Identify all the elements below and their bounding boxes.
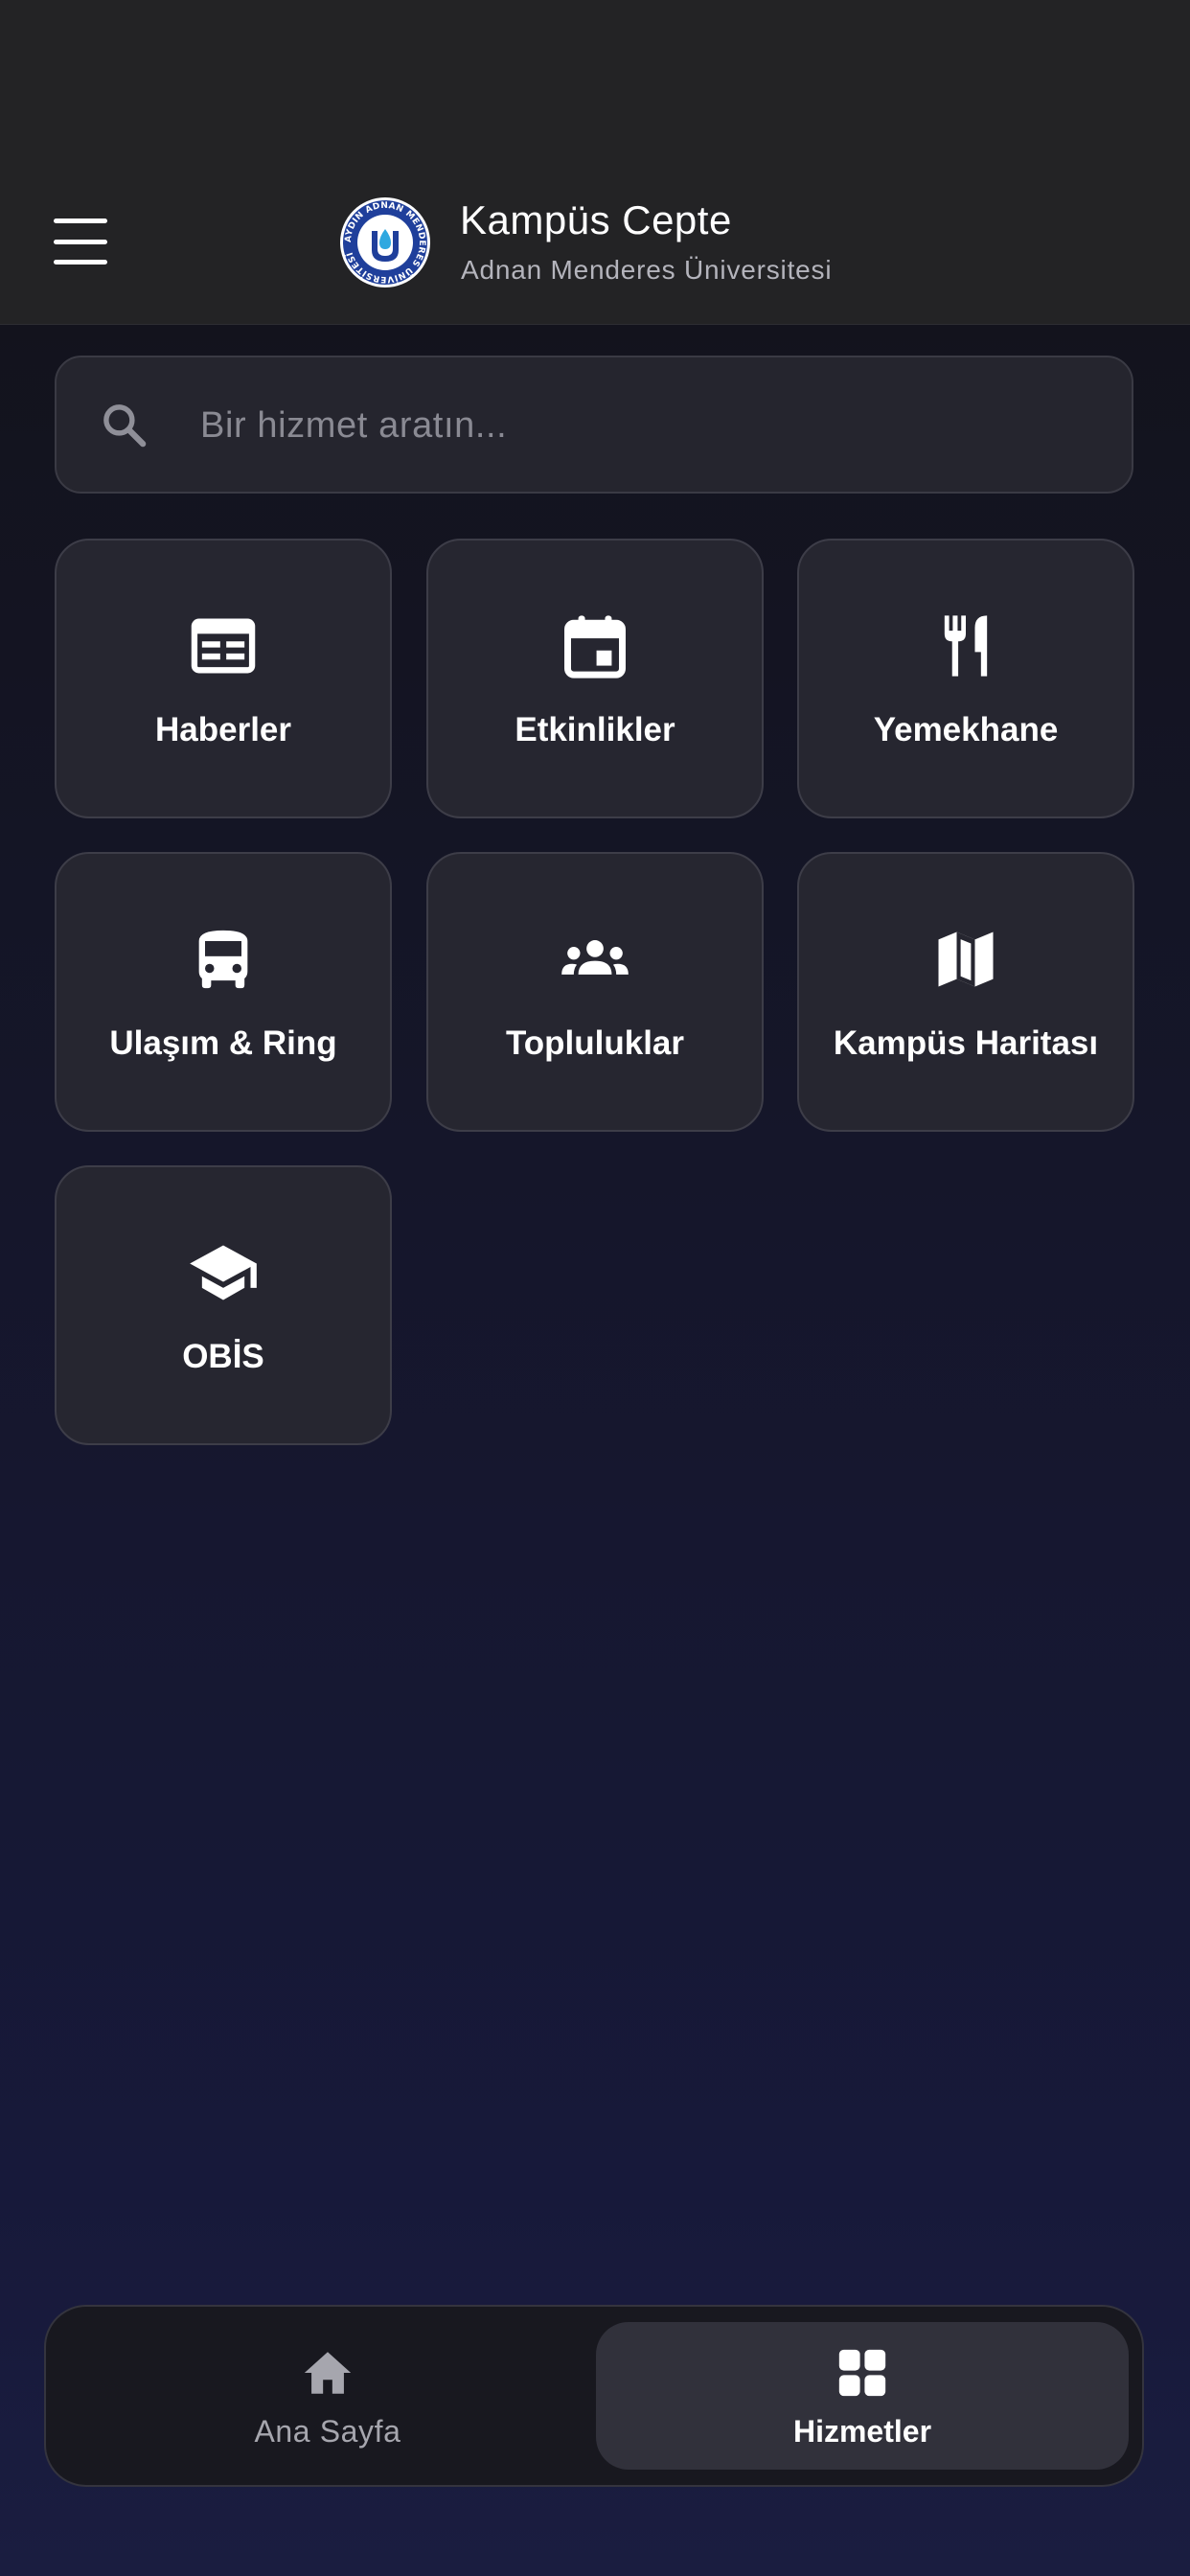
service-label: Yemekhane [873,711,1059,748]
service-label: Topluluklar [505,1024,685,1062]
search-input[interactable] [198,386,1103,465]
graduation-cap-icon [190,1245,257,1300]
home-icon [304,2352,352,2394]
nav-label: Ana Sayfa [254,2414,401,2449]
app-title: Kampüs Cepte [460,197,732,242]
hamburger-menu-icon[interactable] [54,218,115,264]
app-header: AYDIN ADNAN MENDERES ÜNİVERSİTESİ Kampüs… [0,0,1190,325]
search-bar[interactable] [55,356,1133,494]
service-tile-haberler[interactable]: Haberler [55,539,392,818]
nav-item-ana-sayfa[interactable]: Ana Sayfa [61,2322,594,2470]
service-tile-topluluklar[interactable]: Topluluklar [426,852,764,1132]
service-tile-ulasim[interactable]: Ulaşım & Ring [55,852,392,1132]
service-label: Ulaşım & Ring [109,1024,337,1062]
bus-icon [198,930,248,989]
restaurant-icon [944,615,988,677]
newspaper-icon [191,618,256,674]
bottom-navigation: Ana Sayfa Hizmetler [44,2305,1144,2487]
nav-item-hizmetler[interactable]: Hizmetler [596,2322,1129,2470]
nav-label: Hizmetler [792,2414,932,2449]
map-icon [938,932,994,987]
service-tile-kampus-haritasi[interactable]: Kampüs Haritası [797,852,1134,1132]
groups-icon [561,940,629,975]
university-seal-logo: AYDIN ADNAN MENDERES ÜNİVERSİTESİ [340,197,430,288]
service-tile-yemekhane[interactable]: Yemekhane [797,539,1134,818]
service-label: OBİS [182,1338,264,1375]
calendar-icon [564,615,626,678]
service-label: Haberler [154,711,292,748]
search-icon [103,404,147,448]
grid-icon [838,2349,886,2397]
service-tile-obis[interactable]: OBİS [55,1165,392,1445]
service-tile-etkinlikler[interactable]: Etkinlikler [426,539,764,818]
service-label: Etkinlikler [515,711,675,748]
service-label: Kampüs Haritası [833,1024,1099,1062]
app-subtitle: Adnan Menderes Üniversitesi [461,255,833,285]
